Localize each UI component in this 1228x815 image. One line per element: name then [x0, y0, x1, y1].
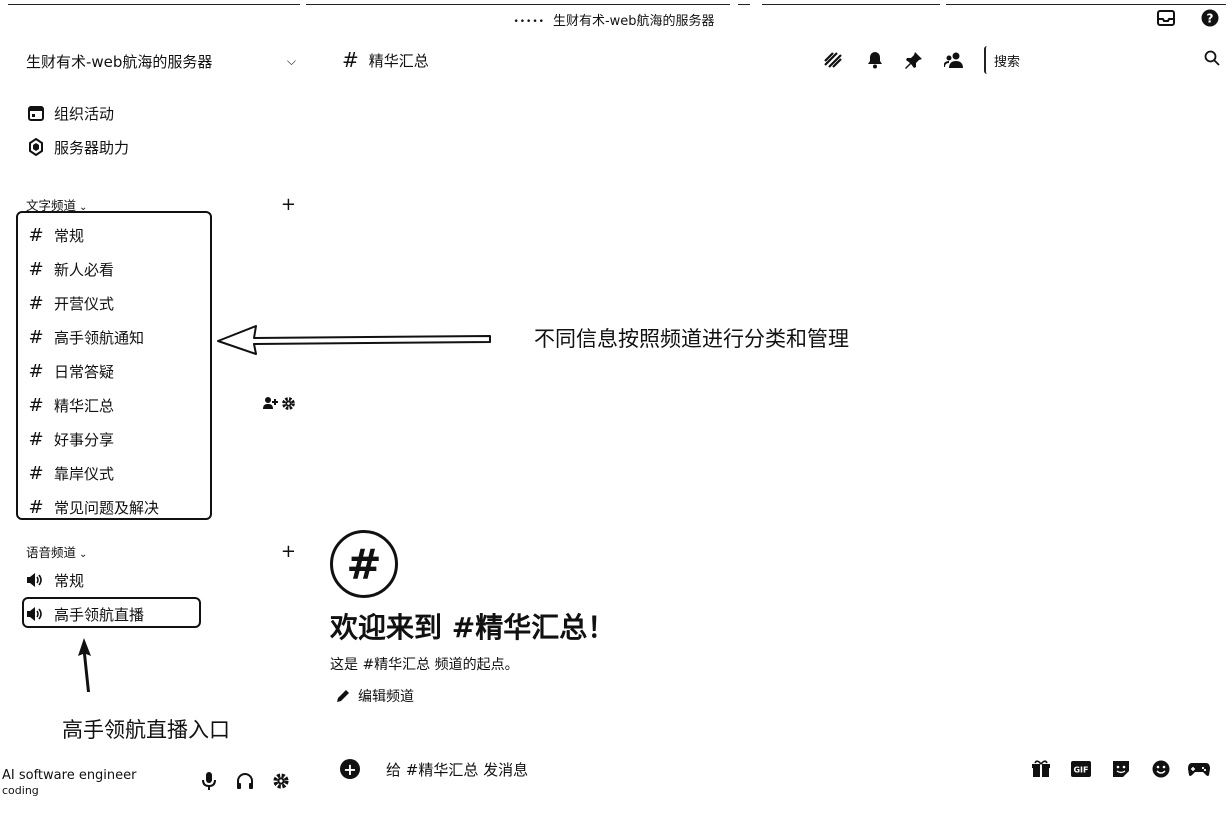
sidebar-item-label: 组织活动: [54, 104, 115, 123]
pencil-icon: [336, 689, 350, 703]
emoji-icon[interactable]: [1150, 758, 1172, 780]
text-channels-highlight-box: [16, 211, 212, 520]
gear-icon[interactable]: [270, 770, 292, 792]
pin-icon[interactable]: [903, 50, 925, 70]
gif-icon[interactable]: GIF: [1070, 758, 1092, 780]
titlebar-divider: [738, 4, 750, 5]
titlebar-divider: [762, 4, 940, 5]
channel-tools: [262, 396, 296, 415]
arrow-up-icon: [78, 638, 91, 692]
window-titlebar: ••••• 生财有术-web航海的服务器 ?: [0, 0, 1228, 40]
add-attachment-icon[interactable]: +: [340, 759, 360, 779]
sticker-icon[interactable]: [1110, 758, 1132, 780]
add-channel-icon[interactable]: +: [281, 194, 296, 215]
hash-icon: #: [342, 48, 359, 72]
arrow-left-icon: [217, 325, 491, 355]
category-label: 语音频道: [26, 544, 77, 560]
welcome-title: 欢迎来到 #精华汇总！: [330, 611, 616, 644]
channels-annotation: 不同信息按照频道进行分类和管理: [534, 327, 849, 351]
chevron-down-icon: ⌵: [286, 53, 296, 68]
voice-channel-item[interactable]: 常规: [26, 568, 84, 592]
inbox-icon[interactable]: [1156, 8, 1176, 28]
window-title-text: 生财有术-web航海的服务器: [552, 14, 715, 29]
channel-title: 精华汇总: [368, 51, 429, 70]
sidebar-item-events[interactable]: 组织活动: [26, 102, 114, 124]
search-placeholder: 搜索: [994, 55, 1021, 70]
chevron-down-icon: ⌄: [79, 548, 88, 560]
svg-text:?: ?: [1207, 12, 1214, 26]
live-channel-highlight-box: [22, 597, 201, 628]
svg-text:GIF: GIF: [1073, 766, 1088, 775]
members-icon[interactable]: [943, 50, 965, 70]
server-name: 生财有术-web航海的服务器: [26, 52, 213, 71]
boost-icon: [26, 138, 46, 156]
headset-icon[interactable]: [234, 770, 256, 792]
threads-icon[interactable]: [822, 50, 844, 70]
game-icon[interactable]: [1188, 758, 1210, 780]
voice-channels-category[interactable]: 语音频道 ⌄ +: [26, 541, 298, 562]
calendar-icon: [26, 105, 46, 121]
edit-channel-button[interactable]: 编辑频道: [336, 686, 414, 706]
user-status: coding: [2, 784, 39, 797]
help-icon[interactable]: ?: [1200, 8, 1220, 28]
window-title-dots: •••••: [513, 16, 545, 27]
speaker-icon: [26, 572, 48, 588]
add-channel-icon[interactable]: +: [281, 541, 296, 562]
welcome-subtitle: 这是 #精华汇总 频道的起点。: [330, 657, 519, 673]
gift-icon[interactable]: [1030, 758, 1052, 780]
search-icon: [1204, 50, 1220, 70]
edit-channel-label: 编辑频道: [358, 689, 414, 705]
bell-icon[interactable]: [864, 50, 886, 70]
gear-icon[interactable]: [281, 396, 296, 415]
message-composer[interactable]: + 给 #精华汇总 发消息: [340, 756, 1226, 782]
channel-hash-badge: #: [330, 530, 398, 598]
live-annotation: 高手领航直播入口: [62, 718, 230, 742]
sidebar-item-label: 服务器助力: [54, 138, 130, 157]
user-name[interactable]: AI software engineer: [2, 768, 137, 783]
titlebar-divider: [946, 4, 1226, 5]
invite-icon[interactable]: [262, 396, 278, 415]
voice-channel-label: 常规: [54, 571, 85, 590]
channel-header: # 精华汇总: [342, 48, 429, 72]
titlebar-divider: [306, 4, 730, 5]
microphone-icon[interactable]: [198, 770, 220, 792]
titlebar-divider: [8, 4, 300, 5]
search-input[interactable]: 搜索: [984, 46, 1226, 74]
sidebar-item-boost[interactable]: 服务器助力: [26, 136, 129, 158]
server-header[interactable]: 生财有术-web航海的服务器 ⌵: [26, 50, 298, 72]
composer-placeholder: 给 #精华汇总 发消息: [386, 760, 529, 779]
window-title: ••••• 生财有术-web航海的服务器: [0, 10, 1228, 29]
user-panel: AI software engineer coding: [0, 766, 300, 800]
